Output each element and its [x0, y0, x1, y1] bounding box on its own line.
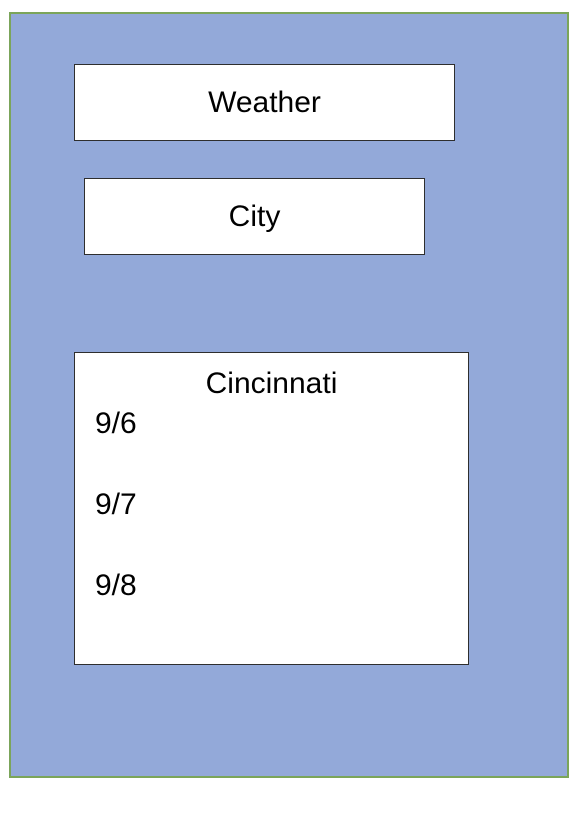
city-input[interactable]: City [84, 178, 425, 255]
app-title: Weather [74, 64, 455, 141]
forecast-day-item: 9/6 [95, 407, 137, 440]
forecast-day-item: 9/7 [95, 488, 137, 521]
forecast-city-name: Cincinnati [205, 367, 338, 400]
forecast-day-item: 9/8 [95, 569, 137, 602]
forecast-card: Cincinnati 9/6 9/7 9/8 [74, 352, 469, 665]
forecast-list: 9/6 9/7 9/8 [95, 407, 137, 650]
